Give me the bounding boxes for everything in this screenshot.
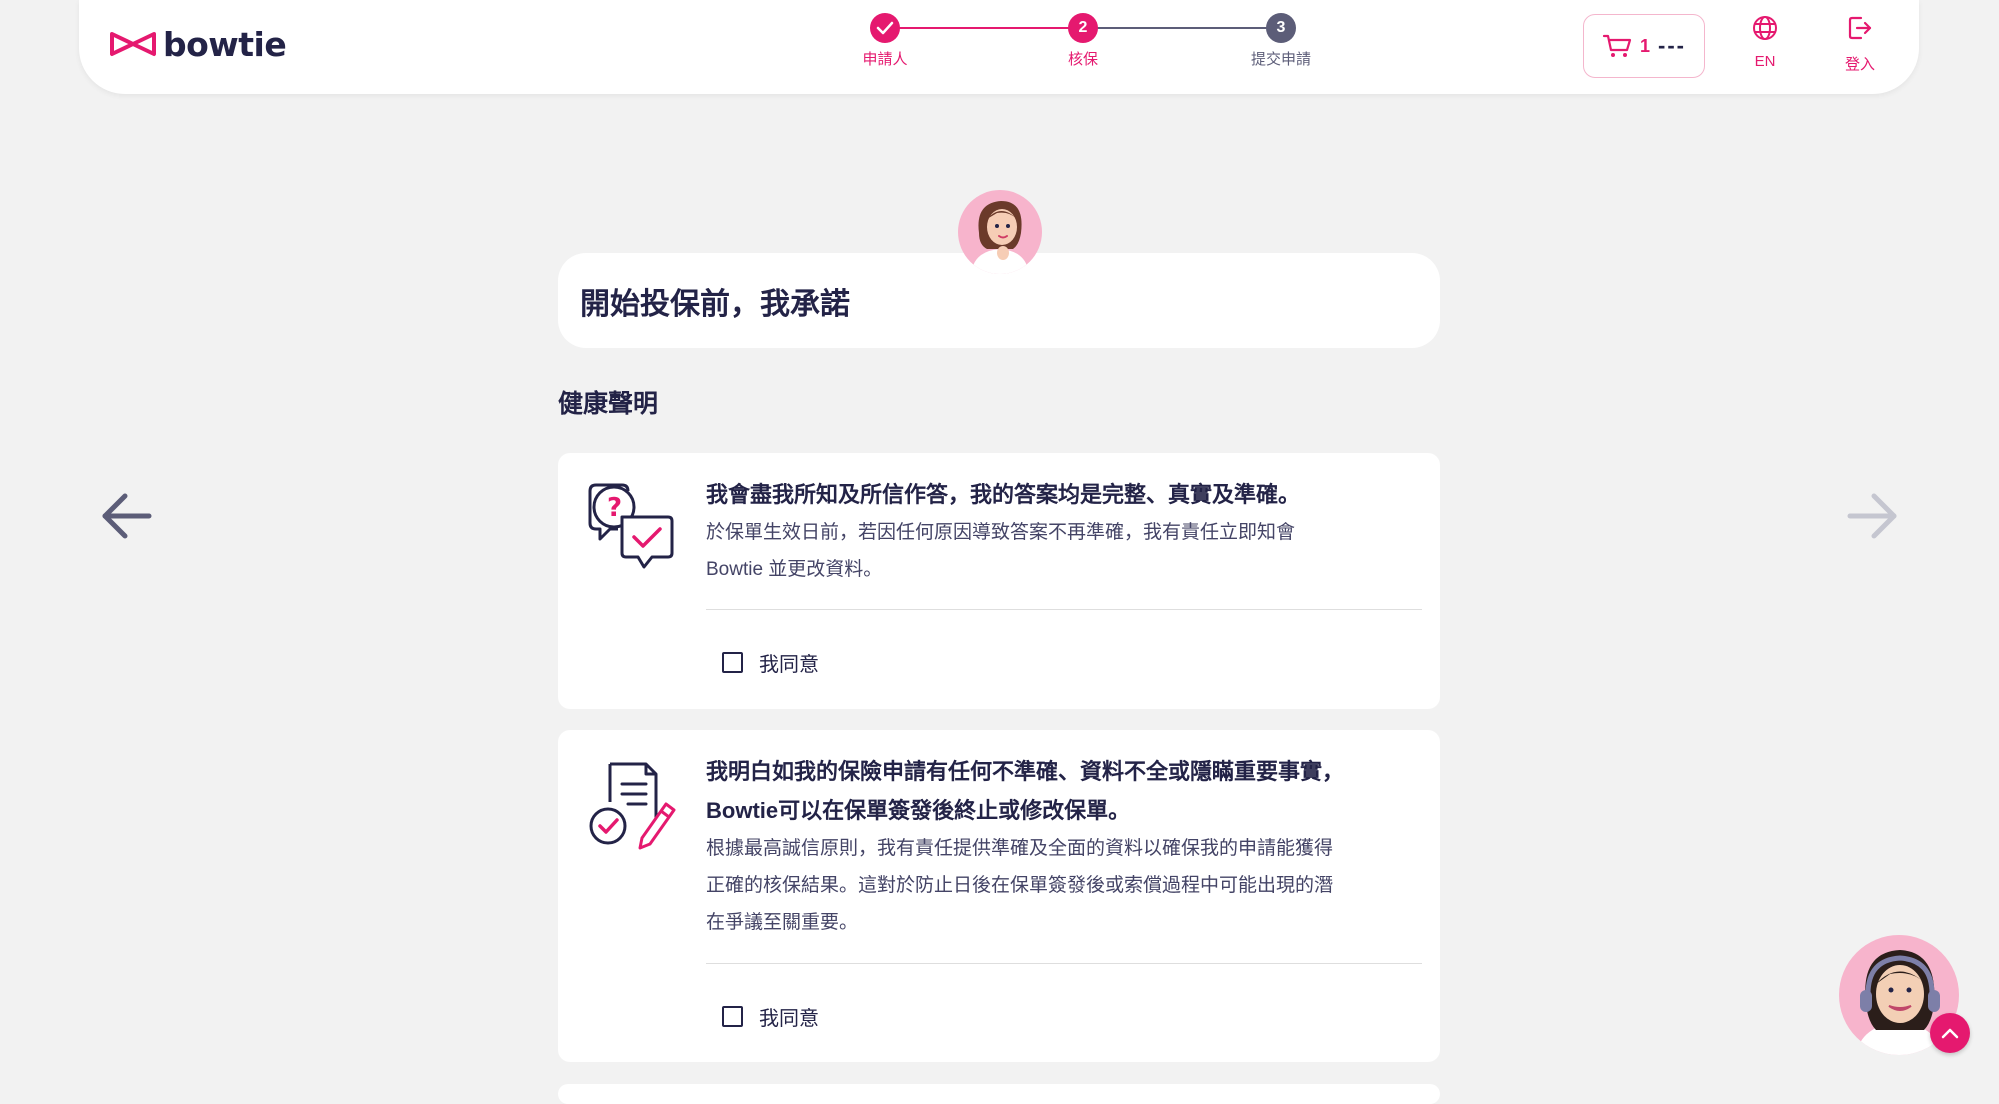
step-submit: 3 提交申請 — [1221, 13, 1341, 69]
login-label: 登入 — [1844, 56, 1875, 73]
declaration-text: 在爭議至關重要。 — [706, 912, 859, 933]
declaration-card: 我明白如我的保險申請有任何不準確、資料不全或隱瞞重要事實， Bowtie可以在保… — [558, 730, 1440, 1062]
agree-checkbox-row[interactable]: 我同意 — [722, 648, 819, 677]
svg-text:?: ? — [607, 493, 622, 523]
declaration-heading: 我會盡我所知及所信作答，我的答案均是完整、真實及準確。 — [706, 482, 1301, 507]
card-divider — [706, 963, 1422, 964]
progress-stepper: 申請人 2 核保 3 提交申請 — [779, 0, 1311, 94]
page-title: 開始投保前，我承諾 — [580, 288, 850, 321]
step-number: 2 — [1068, 13, 1098, 43]
agree-label: 我同意 — [759, 654, 819, 676]
declaration-card: ? 我會盡我所知及所信作答，我的答案均是完整、真實及準確。 於保單生效日前，若因… — [558, 453, 1440, 709]
scroll-to-top-button[interactable] — [1930, 1013, 1970, 1053]
card-divider — [706, 609, 1422, 610]
step-number: 3 — [1266, 13, 1296, 43]
bowtie-logo-icon — [110, 32, 156, 56]
step-label: 提交申請 — [1250, 51, 1311, 68]
chevron-up-icon — [1941, 1028, 1959, 1039]
login-exit-icon — [1848, 16, 1872, 40]
declaration-heading: 我明白如我的保險申請有任何不準確、資料不全或隱瞞重要事實， — [706, 759, 1345, 784]
agree-checkbox[interactable] — [722, 652, 743, 673]
login-button[interactable]: 登入 — [1830, 14, 1890, 74]
agree-checkbox-row[interactable]: 我同意 — [722, 1002, 819, 1031]
agree-checkbox[interactable] — [722, 1006, 743, 1027]
cart-count: 1 — [1640, 35, 1651, 56]
declaration-card-partial — [558, 1084, 1440, 1104]
declaration-text: 於保單生效日前，若因任何原因導致答案不再準確，我有責任立即知會 — [706, 522, 1296, 543]
previous-arrow-button[interactable] — [99, 488, 155, 549]
agree-label: 我同意 — [759, 1008, 819, 1030]
language-label: EN — [1754, 53, 1776, 70]
globe-icon — [1753, 16, 1777, 40]
section-title-health-declaration: 健康聲明 — [558, 390, 659, 418]
step-underwriting: 2 核保 — [1023, 13, 1143, 69]
top-header: bowtie 申請人 2 核保 3 提交申請 1 --- EN 登入 — [79, 0, 1919, 94]
step-done-check-icon — [870, 13, 900, 43]
declaration-text: Bowtie 並更改資料。 — [706, 559, 883, 580]
logo-text: bowtie — [163, 24, 287, 64]
step-label: 核保 — [1067, 51, 1098, 68]
next-arrow-button[interactable] — [1844, 488, 1900, 549]
advisor-avatar — [957, 189, 1043, 275]
bowtie-logo[interactable]: bowtie — [109, 24, 287, 64]
cart-icon — [1602, 34, 1632, 57]
language-button[interactable]: EN — [1735, 14, 1795, 70]
step-label: 申請人 — [862, 51, 908, 68]
declaration-text: 根據最高誠信原則，我有責任提供準確及全面的資料以確保我的申請能獲得 — [706, 838, 1334, 859]
cart-button[interactable]: 1 --- — [1583, 14, 1705, 78]
declaration-content: 我明白如我的保險申請有任何不準確、資料不全或隱瞞重要事實， Bowtie可以在保… — [706, 752, 1416, 941]
declaration-content: 我會盡我所知及所信作答，我的答案均是完整、真實及準確。 於保單生效日前，若因任何… — [706, 475, 1416, 588]
declaration-text: 正確的核保結果。這對於防止日後在保單簽發後或索償過程中可能出現的潛 — [706, 875, 1334, 896]
question-chat-check-icon: ? — [588, 483, 674, 578]
cart-price: --- — [1658, 33, 1686, 58]
document-pen-check-icon — [588, 760, 678, 861]
step-applicant: 申請人 — [825, 13, 945, 69]
arrow-right-icon — [1847, 493, 1897, 539]
declaration-heading: Bowtie可以在保單簽發後終止或修改保單。 — [706, 798, 1131, 823]
arrow-left-icon — [102, 493, 152, 539]
